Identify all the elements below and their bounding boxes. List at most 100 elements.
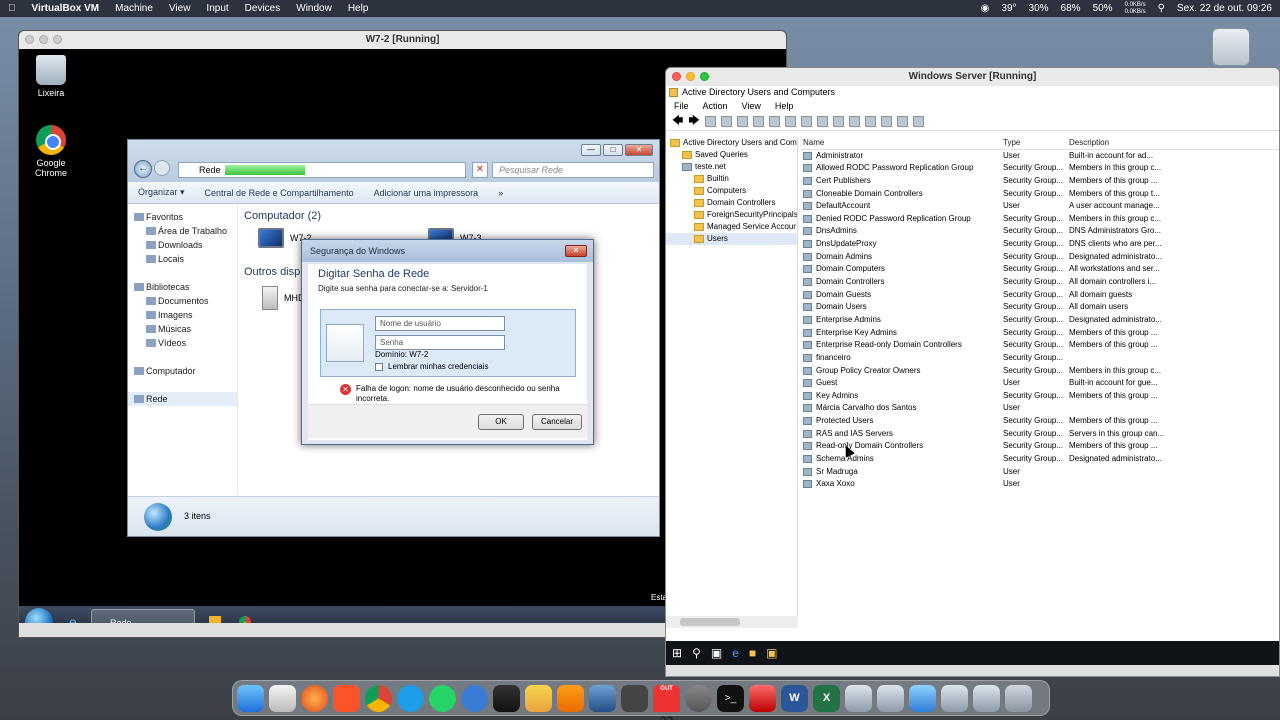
launchpad-icon[interactable] <box>269 684 296 712</box>
table-row[interactable]: Enterprise Key Admins Security Group... Me… <box>801 327 1279 340</box>
virtualbox-icon[interactable] <box>589 684 616 712</box>
chrome-icon[interactable] <box>365 684 392 712</box>
cocktail-icon[interactable] <box>525 684 552 712</box>
add-printer-button[interactable]: Adicionar uma impressora <box>374 188 479 198</box>
maximize-button[interactable]: □ <box>603 144 623 156</box>
menu-action[interactable]: Action <box>703 99 728 113</box>
table-row[interactable]: Key Admins Security Group... Members of th… <box>801 390 1279 403</box>
refresh-icon[interactable] <box>768 116 780 127</box>
system-preferences-icon[interactable] <box>685 684 712 712</box>
nav-videos[interactable]: Vídeos <box>128 336 237 350</box>
table-row[interactable]: Domain Admins Security Group... Designated… <box>801 251 1279 264</box>
whatsapp-icon[interactable] <box>429 684 456 712</box>
table-row[interactable]: Denied RODC Password Replication Group Se… <box>801 213 1279 226</box>
menu-machine[interactable]: Machine <box>115 3 153 14</box>
menu-devices[interactable]: Devices <box>245 3 281 14</box>
stop-loading-button[interactable]: ✕ <box>472 162 488 178</box>
table-row[interactable]: Read-only Domain Controllers Security Gro… <box>801 440 1279 453</box>
close-button[interactable]: ✕ <box>625 144 653 156</box>
delete-icon[interactable] <box>736 116 748 127</box>
minimize-button[interactable] <box>686 72 695 81</box>
forward-arrow-icon[interactable]: 🡆 <box>688 112 699 131</box>
final-cut-icon[interactable] <box>493 684 520 712</box>
properties-icon[interactable] <box>752 116 764 127</box>
new-user-icon[interactable] <box>832 116 844 127</box>
dialog-close-button[interactable]: ✕ <box>565 245 587 257</box>
tree-foreign-security[interactable]: ForeignSecurityPrincipals <box>666 209 797 221</box>
nav-network[interactable]: Rede <box>128 392 237 406</box>
menu-file[interactable]: File <box>674 99 689 113</box>
nav-documents[interactable]: Documentos <box>128 294 237 308</box>
nav-places[interactable]: Locais <box>128 252 237 266</box>
apple-icon[interactable]:  <box>8 3 16 14</box>
menu-help[interactable]: Help <box>775 99 794 113</box>
windows-start-icon[interactable]: ⊞ <box>672 646 682 660</box>
column-description[interactable]: Description <box>1069 137 1165 150</box>
menu-view[interactable]: View <box>742 99 761 113</box>
table-row[interactable]: Domain Controllers Security Group... All d… <box>801 276 1279 289</box>
nav-libraries[interactable]: Bibliotecas <box>128 280 237 294</box>
dialog-titlebar[interactable]: Segurança do Windows ✕ <box>302 240 593 262</box>
credential-tile[interactable]: Nome de usuário Senha Domínio: W7-2 Lemb… <box>320 309 576 377</box>
device-mhd[interactable]: MHD <box>262 286 305 310</box>
table-row[interactable]: Domain Guests Security Group... All domain… <box>801 289 1279 302</box>
folder-icon[interactable] <box>909 684 936 712</box>
group-computers-title[interactable]: Computador (2) <box>244 210 654 222</box>
nav-computer[interactable]: Computador <box>128 364 237 378</box>
cancel-button[interactable]: Cancelar <box>532 414 582 430</box>
export-icon[interactable] <box>784 116 796 127</box>
table-row[interactable]: RAS and IAS Servers Security Group... Serv… <box>801 428 1279 441</box>
organize-button[interactable]: Organizar ▾ <box>138 187 185 198</box>
table-row[interactable]: DefaultAccount User A user account manage.… <box>801 200 1279 213</box>
word-icon[interactable]: W <box>781 684 808 712</box>
zoom-button[interactable] <box>53 35 62 44</box>
tree-horizontal-scrollbar[interactable] <box>666 616 798 628</box>
minimize-button[interactable]: — <box>581 144 601 156</box>
search-icon[interactable]: ⚲ <box>692 646 701 660</box>
menu-window[interactable]: Window <box>296 3 332 14</box>
forward-button[interactable] <box>154 160 170 176</box>
network-speed[interactable]: 0.0KB/s 0.0KB/s <box>1125 2 1146 16</box>
more-commands-button[interactable]: » <box>498 188 503 198</box>
tree-root[interactable]: Active Directory Users and Comp <box>666 137 797 149</box>
table-row[interactable]: Schema Admins Security Group... Designated… <box>801 453 1279 466</box>
temperature[interactable]: 39° <box>1001 3 1016 14</box>
vm-window-icon-3[interactable] <box>941 684 968 712</box>
minimize-button[interactable] <box>39 35 48 44</box>
nav-downloads[interactable]: Downloads <box>128 238 237 252</box>
edge-icon[interactable]: e <box>732 646 739 660</box>
table-row[interactable]: Enterprise Read-only Domain Controllers S… <box>801 339 1279 352</box>
nav-desktop[interactable]: Área de Trabalho <box>128 224 237 238</box>
shazam-icon[interactable] <box>397 684 424 712</box>
table-row[interactable]: Domain Computers Security Group... All wor… <box>801 263 1279 276</box>
username-input[interactable]: Nome de usuário <box>375 316 505 331</box>
table-row[interactable]: Guest User Built-in account for gue... <box>801 377 1279 390</box>
tree-users[interactable]: Users <box>666 233 797 245</box>
parallels-icon[interactable] <box>749 684 776 712</box>
vm-window-icon[interactable] <box>845 684 872 712</box>
menu-app-name[interactable]: VirtualBox VM <box>32 3 100 14</box>
desktop-google-chrome[interactable]: Google Chrome <box>21 125 81 178</box>
table-row[interactable]: DnsAdmins Security Group... DNS Administra… <box>801 225 1279 238</box>
nav-images[interactable]: Imagens <box>128 308 237 322</box>
back-button[interactable]: ← <box>134 160 152 178</box>
mac-disk-drive-icon[interactable] <box>1212 28 1250 66</box>
tree-saved-queries[interactable]: Saved Queries <box>666 149 797 161</box>
vbox-w7-titlebar[interactable]: W7-2 [Running] <box>19 31 786 49</box>
brave-icon[interactable] <box>333 684 360 712</box>
explorer-titlebar[interactable]: — □ ✕ ← Rede ✕ Pesquisar Rede <box>128 140 659 182</box>
terminal-icon[interactable]: >_ <box>717 684 744 712</box>
spotlight-search-icon[interactable]: ⚲ <box>1158 3 1165 14</box>
menu-input[interactable]: Input <box>206 3 228 14</box>
tree-domain-controllers[interactable]: Domain Controllers <box>666 197 797 209</box>
table-row[interactable]: Cert Publishers Security Group... Members … <box>801 175 1279 188</box>
network-center-button[interactable]: Central de Rede e Compartilhamento <box>205 188 354 198</box>
add-to-group-icon[interactable] <box>912 116 924 127</box>
close-button[interactable] <box>672 72 681 81</box>
firefox-icon[interactable] <box>301 684 328 712</box>
table-row[interactable]: Enterprise Admins Security Group... Design… <box>801 314 1279 327</box>
console-icon[interactable] <box>816 116 828 127</box>
tree-managed-service[interactable]: Managed Service Accour <box>666 221 797 233</box>
trash-icon[interactable] <box>1005 684 1032 712</box>
address-bar[interactable]: Rede <box>178 162 466 178</box>
